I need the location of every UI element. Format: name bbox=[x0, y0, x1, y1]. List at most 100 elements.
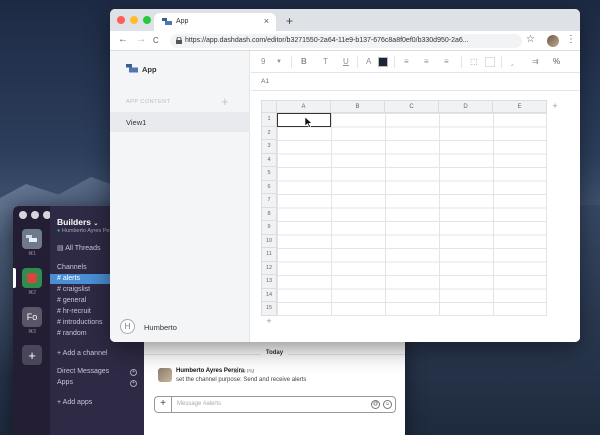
bookmark-star-icon[interactable]: ☆ bbox=[526, 34, 535, 45]
browser-menu-icon[interactable]: ⋮ bbox=[566, 34, 576, 45]
row-header[interactable]: 9 bbox=[261, 221, 277, 235]
add-channel-link[interactable]: + Add a channel bbox=[57, 349, 107, 359]
close-tab-icon[interactable]: × bbox=[264, 16, 269, 26]
address-bar[interactable]: https://app.dashdash.com/editor/b3271550… bbox=[170, 34, 522, 48]
divider bbox=[357, 56, 358, 68]
message-input[interactable]: Message #alerts bbox=[177, 401, 221, 407]
mention-icon[interactable]: @ bbox=[371, 400, 380, 409]
font-size-select[interactable]: 9 bbox=[261, 57, 265, 66]
row-header[interactable]: 2 bbox=[261, 126, 277, 140]
column-header-d[interactable]: D bbox=[439, 100, 493, 113]
team-name[interactable]: Builders ⌄ bbox=[57, 217, 98, 227]
percent-button[interactable]: % bbox=[553, 57, 560, 66]
reload-button[interactable]: C bbox=[153, 36, 159, 45]
row-header[interactable]: 1 bbox=[261, 113, 277, 127]
add-app-icon[interactable]: + bbox=[130, 380, 137, 387]
column-header-a[interactable]: A bbox=[277, 100, 331, 113]
add-dm-icon[interactable]: + bbox=[130, 369, 137, 376]
all-threads-item[interactable]: ▤ All Threads bbox=[57, 244, 100, 254]
row-header[interactable]: 15 bbox=[261, 302, 277, 316]
threads-icon: ▤ bbox=[57, 245, 64, 252]
direct-messages-heading[interactable]: Direct Messages bbox=[57, 367, 109, 377]
channel-item-general[interactable]: # general bbox=[57, 296, 86, 306]
apps-heading[interactable]: Apps bbox=[57, 378, 73, 388]
lock-icon bbox=[176, 37, 182, 44]
row-header[interactable]: 7 bbox=[261, 194, 277, 208]
add-column-button[interactable]: + bbox=[547, 100, 563, 113]
profile-avatar[interactable] bbox=[547, 35, 559, 47]
add-workspace-button[interactable]: + bbox=[22, 345, 42, 365]
workspace-tile-2[interactable] bbox=[22, 268, 42, 288]
url-text: https://app.dashdash.com/editor/b3271550… bbox=[185, 37, 469, 44]
grid-corner[interactable] bbox=[261, 100, 277, 113]
message-timestamp[interactable]: 12:19 PM bbox=[233, 369, 254, 375]
row-header[interactable]: 14 bbox=[261, 288, 277, 302]
divider bbox=[461, 56, 462, 68]
cell-reference-bar[interactable]: A1 bbox=[251, 73, 580, 91]
selected-cell-a1[interactable] bbox=[277, 113, 331, 127]
app-favicon-icon bbox=[162, 18, 172, 25]
channel-label: introductions bbox=[62, 319, 103, 326]
channel-item-hr-recruit[interactable]: # hr-recruit bbox=[57, 307, 91, 317]
channels-heading[interactable]: Channels bbox=[57, 263, 87, 273]
browser-tab[interactable]: App × bbox=[154, 13, 276, 31]
maximize-button[interactable] bbox=[143, 16, 151, 24]
italic-button[interactable]: T bbox=[323, 57, 328, 66]
new-tab-button[interactable]: + bbox=[286, 14, 293, 28]
align-right-icon[interactable]: ≡ bbox=[444, 57, 449, 66]
column-header-b[interactable]: B bbox=[331, 100, 385, 113]
formatting-toolbar: 9 ▼ B T U A ≡ ≡ ≡ ⬚ ‸ ⇉ % bbox=[251, 51, 580, 73]
browser-window: App × + ← → C https://app.dashdash.com/e… bbox=[110, 9, 580, 342]
minimize-dot[interactable] bbox=[31, 211, 39, 219]
channel-label: alerts bbox=[62, 275, 80, 282]
column-header-c[interactable]: C bbox=[385, 100, 439, 113]
message-composer[interactable]: + Message #alerts @ ☺ bbox=[154, 396, 396, 413]
avatar[interactable] bbox=[158, 368, 172, 382]
attach-button[interactable]: + bbox=[155, 397, 172, 412]
workspace-tile-fo[interactable]: Fo bbox=[22, 307, 42, 327]
add-apps-link[interactable]: + Add apps bbox=[57, 398, 92, 408]
forward-button[interactable]: → bbox=[136, 34, 146, 45]
cell-grid[interactable] bbox=[277, 113, 547, 316]
underline-button[interactable]: U bbox=[343, 57, 349, 66]
row-header[interactable]: 6 bbox=[261, 180, 277, 194]
row-header[interactable]: 4 bbox=[261, 153, 277, 167]
chevron-down-icon[interactable]: ▼ bbox=[276, 59, 282, 65]
increase-decimal-icon[interactable]: ⇉ bbox=[532, 57, 539, 66]
presence-icon: ● bbox=[57, 228, 61, 234]
message-pane: Today Humberto Ayres Pereira 12:19 PM se… bbox=[144, 346, 405, 435]
minimize-button[interactable] bbox=[130, 16, 138, 24]
channel-item-craigslist[interactable]: # craigslist bbox=[57, 285, 90, 295]
close-button[interactable] bbox=[117, 16, 125, 24]
row-header[interactable]: 10 bbox=[261, 234, 277, 248]
workspace-tile-builders[interactable] bbox=[22, 229, 42, 249]
column-header-e[interactable]: E bbox=[493, 100, 547, 113]
align-left-icon[interactable]: ≡ bbox=[404, 57, 409, 66]
row-header[interactable]: 12 bbox=[261, 261, 277, 275]
add-view-button[interactable]: + bbox=[221, 94, 229, 109]
chevron-down-icon: ⌄ bbox=[93, 221, 99, 227]
workspace-shortcut: ⌘2 bbox=[28, 290, 36, 296]
channel-item-random[interactable]: # random bbox=[57, 329, 87, 339]
user-avatar[interactable]: H bbox=[120, 319, 135, 334]
row-header[interactable]: 5 bbox=[261, 167, 277, 181]
text-color-swatch[interactable] bbox=[378, 57, 388, 67]
row-header[interactable]: 11 bbox=[261, 248, 277, 262]
align-center-icon[interactable]: ≡ bbox=[424, 57, 429, 66]
user-name: Humberto bbox=[144, 323, 177, 332]
view-item[interactable]: View1 bbox=[110, 112, 250, 132]
back-button[interactable]: ← bbox=[118, 34, 128, 45]
add-row-button[interactable]: + bbox=[261, 316, 277, 328]
close-dot[interactable] bbox=[19, 211, 27, 219]
fill-color-swatch[interactable] bbox=[485, 57, 495, 67]
divider bbox=[501, 56, 502, 68]
row-header[interactable]: 8 bbox=[261, 207, 277, 221]
text-color-button[interactable]: A bbox=[366, 57, 371, 66]
fill-color-icon[interactable]: ⬚ bbox=[470, 57, 478, 66]
bold-button[interactable]: B bbox=[301, 57, 307, 66]
emoji-icon[interactable]: ☺ bbox=[383, 400, 392, 409]
channel-item-introductions[interactable]: # introductions bbox=[57, 318, 103, 328]
row-header[interactable]: 13 bbox=[261, 275, 277, 289]
row-header[interactable]: 3 bbox=[261, 140, 277, 154]
decrease-decimal-icon[interactable]: ‸ bbox=[511, 57, 514, 66]
